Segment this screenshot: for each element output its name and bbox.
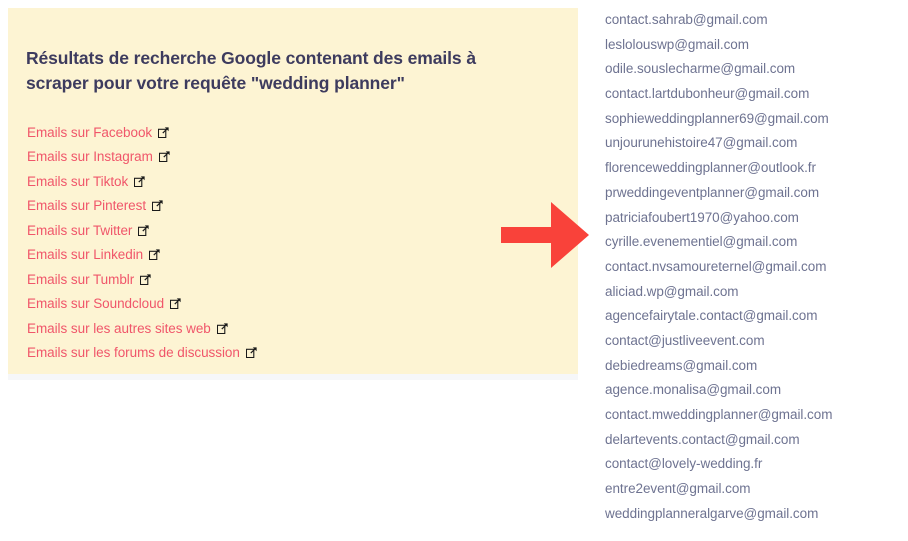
list-item: contact@lovely-wedding.fr [605,456,763,472]
link-emails-facebook[interactable]: Emails sur Facebook [27,125,152,140]
list-item: unjourunehistoire47@gmail.com [605,135,798,151]
list-item-facebook[interactable]: Emails sur Facebook [27,120,257,145]
external-link-icon [158,151,170,163]
list-item: debiedreams@gmail.com [605,357,758,373]
list-item: odile.souslecharme@gmail.com [605,61,796,77]
link-emails-autres-sites-web[interactable]: Emails sur les autres sites web [27,321,211,336]
list-item: agencefairytale.contact@gmail.com [605,308,818,324]
list-item: delartevents.contact@gmail.com [605,431,800,447]
external-link-icon [245,347,257,359]
list-item-instagram[interactable]: Emails sur Instagram [27,145,257,170]
link-emails-soundcloud[interactable]: Emails sur Soundcloud [27,296,164,311]
page-title: Résultats de recherche Google contenant … [26,48,476,93]
list-item: entre2event@gmail.com [605,481,751,497]
link-emails-forums-discussion[interactable]: Emails sur les forums de discussion [27,345,240,360]
link-emails-twitter[interactable]: Emails sur Twitter [27,223,132,238]
list-item-tumblr[interactable]: Emails sur Tumblr [27,267,257,292]
list-item: agence.monalisa@gmail.com [605,382,782,398]
link-emails-tiktok[interactable]: Emails sur Tiktok [27,174,128,189]
link-emails-instagram[interactable]: Emails sur Instagram [27,149,153,164]
list-item: contact.lartdubonheur@gmail.com [605,86,810,102]
list-item: weddingplanneralgarve@gmail.com [605,505,819,521]
right-arrow-icon [501,200,591,270]
external-link-icon [158,127,169,138]
list-item: leslolouswp@gmail.com [605,36,749,52]
list-item: contact.mweddingplanner@gmail.com [605,407,833,422]
external-link-icon [152,200,163,212]
scraped-emails-list: contact.sahrab@gmail.com leslolouswp@gma… [605,8,905,526]
list-item-linkedin[interactable]: Emails sur Linkedin [27,243,257,268]
list-item: contact@justliveevent.com [605,332,765,348]
list-item: contact.sahrab@gmail.com [605,12,768,27]
list-item: patriciafoubert1970@yahoo.com [605,209,799,225]
list-item-twitter[interactable]: Emails sur Twitter [27,218,257,243]
external-link-icon [149,249,160,261]
list-item-soundcloud[interactable]: Emails sur Soundcloud [27,292,257,317]
list-item: aliciad.wp@gmail.com [605,283,739,299]
list-item: contact.nvsamoureternel@gmail.com [605,258,827,274]
list-item: sophieweddingplanner69@gmail.com [605,110,829,126]
list-item: cyrille.evenementiel@gmail.com [605,234,798,250]
list-item: prweddingeventplanner@gmail.com [605,184,820,200]
external-link-icon [134,176,145,187]
link-emails-linkedin[interactable]: Emails sur Linkedin [27,247,143,262]
list-item: florenceweddingplanner@outlook.fr [605,160,816,176]
list-item-tiktok[interactable]: Emails sur Tiktok [27,169,257,194]
link-emails-tumblr[interactable]: Emails sur Tumblr [27,272,134,287]
external-link-icon [140,274,151,285]
external-link-icon [216,323,228,334]
list-item-pinterest[interactable]: Emails sur Pinterest [27,194,257,219]
link-emails-pinterest[interactable]: Emails sur Pinterest [27,198,146,213]
list-item-autres-sites-web[interactable]: Emails sur les autres sites web [27,316,257,341]
search-results-panel: Résultats de recherche Google contenant … [8,8,578,374]
external-link-icon [138,225,150,236]
panel-underlay-strip [8,374,578,380]
external-link-icon [170,298,181,310]
scraped-emails-column[interactable]: contact.sahrab@gmail.com leslolouswp@gma… [605,8,905,541]
list-item-forums-discussion[interactable]: Emails sur les forums de discussion [27,341,257,366]
social-links-list: Emails sur Facebook Emails sur Instagram [27,120,257,365]
